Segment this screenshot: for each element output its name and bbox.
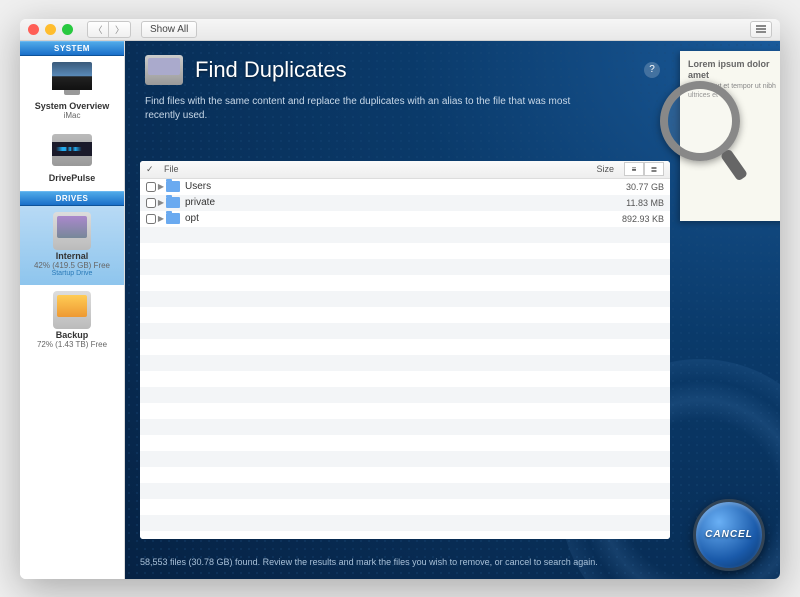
sidebar-item-sub: iMac — [24, 111, 120, 120]
table-row[interactable]: ▶ Users 30.77 GB — [140, 179, 670, 195]
row-size: 30.77 GB — [594, 182, 664, 192]
table-row[interactable]: ▶ private 11.83 MB — [140, 195, 670, 211]
imac-icon — [48, 62, 96, 98]
zoom-icon[interactable] — [62, 24, 73, 35]
drive-scan-icon — [145, 55, 183, 85]
view-toggle: ≡ ≣ — [624, 162, 664, 176]
sidebar-header-drives: DRIVES — [20, 191, 124, 206]
magnifier-icon — [660, 81, 740, 161]
sidebar-item-backup[interactable]: Backup 72% (1.43 TB) Free — [20, 285, 124, 357]
folder-icon — [166, 197, 180, 208]
file-list-panel: ✓ File Size ≡ ≣ ▶ Users 30.77 GB — [140, 161, 670, 539]
row-checkbox[interactable] — [146, 214, 156, 224]
page-description: Find files with the same content and rep… — [125, 95, 625, 133]
sidebar: SYSTEM System Overview iMac DrivePulse D… — [20, 41, 125, 579]
sidebar-item-sub: 72% (1.43 TB) Free — [24, 340, 120, 349]
row-checkbox[interactable] — [146, 198, 156, 208]
view-compact-button[interactable]: ≣ — [644, 162, 664, 176]
hdd-icon — [48, 291, 96, 327]
sidebar-item-label: DrivePulse — [24, 173, 120, 183]
disclosure-icon[interactable]: ▶ — [156, 214, 166, 223]
row-size: 11.83 MB — [594, 198, 664, 208]
cancel-button[interactable]: CANCEL — [693, 499, 765, 571]
sidebar-item-internal[interactable]: Internal 42% (419.5 GB) Free Startup Dri… — [20, 206, 124, 285]
sidebar-header-system: SYSTEM — [20, 41, 124, 56]
menu-icon[interactable] — [750, 21, 772, 38]
row-name: opt — [185, 213, 594, 224]
app-window: 〈 〉 Show All SYSTEM System Overview iMac… — [20, 19, 780, 579]
sidebar-item-tag: Startup Drive — [24, 270, 120, 277]
sidebar-item-sub: 42% (419.5 GB) Free — [24, 261, 120, 270]
row-name: private — [185, 197, 594, 208]
hdd-icon — [48, 212, 96, 248]
sidebar-item-label: System Overview — [24, 101, 120, 111]
view-list-button[interactable]: ≡ — [624, 162, 644, 176]
sidebar-item-system-overview[interactable]: System Overview iMac — [20, 56, 124, 128]
titlebar: 〈 〉 Show All — [20, 19, 780, 41]
col-size[interactable]: Size — [548, 164, 618, 174]
sidebar-item-drivepulse[interactable]: DrivePulse — [20, 128, 124, 191]
row-name: Users — [185, 181, 594, 192]
folder-icon — [166, 213, 180, 224]
table-row[interactable]: ▶ opt 892.93 KB — [140, 211, 670, 227]
content: SYSTEM System Overview iMac DrivePulse D… — [20, 41, 780, 579]
status-text: 58,553 files (30.78 GB) found. Review th… — [140, 557, 660, 567]
traffic-lights — [28, 24, 73, 35]
folder-icon — [166, 181, 180, 192]
sidebar-item-label: Backup — [24, 330, 120, 340]
row-checkbox[interactable] — [146, 182, 156, 192]
pulse-icon — [48, 134, 96, 170]
sidebar-item-label: Internal — [24, 251, 120, 261]
col-file[interactable]: File — [160, 164, 548, 174]
show-all-button[interactable]: Show All — [141, 21, 197, 38]
close-icon[interactable] — [28, 24, 39, 35]
disclosure-icon[interactable]: ▶ — [156, 198, 166, 207]
file-list-header: ✓ File Size ≡ ≣ — [140, 161, 670, 179]
main-panel: Lorem ipsum dolor ametsed velit ut et te… — [125, 41, 780, 579]
disclosure-icon[interactable]: ▶ — [156, 182, 166, 191]
back-button[interactable]: 〈 — [87, 21, 109, 38]
minimize-icon[interactable] — [45, 24, 56, 35]
col-check[interactable]: ✓ — [146, 164, 160, 175]
page-title: Find Duplicates — [195, 57, 347, 83]
help-button[interactable]: ? — [644, 62, 660, 78]
file-list[interactable]: ▶ Users 30.77 GB ▶ private 11.83 MB — [140, 179, 670, 539]
nav-buttons: 〈 〉 — [87, 21, 131, 38]
forward-button[interactable]: 〉 — [109, 21, 131, 38]
row-size: 892.93 KB — [594, 214, 664, 224]
